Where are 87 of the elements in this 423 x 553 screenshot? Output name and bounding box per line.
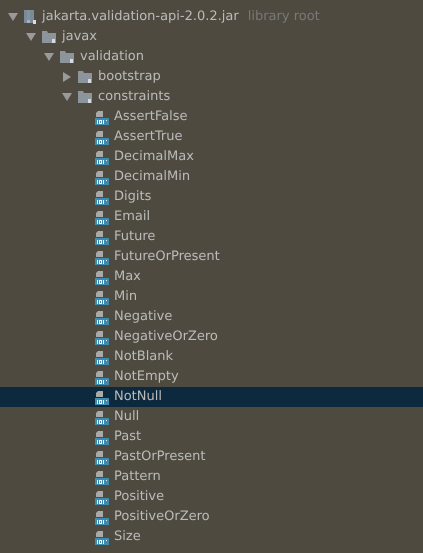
collapse-arrow-icon[interactable] — [26, 32, 36, 42]
class-file-icon — [95, 310, 109, 324]
node-label: NotNull — [114, 388, 162, 406]
class-file-icon — [95, 270, 109, 284]
folder-icon — [41, 30, 57, 44]
node-label: Positive — [114, 488, 164, 506]
tree-row[interactable]: Email — [0, 207, 423, 227]
expand-arrow-icon[interactable] — [62, 72, 72, 82]
tree-row[interactable]: Negative — [0, 307, 423, 327]
class-file-icon — [95, 390, 109, 404]
node-label: PastOrPresent — [114, 448, 206, 466]
tree-row[interactable]: bootstrap — [0, 67, 423, 87]
class-file-icon — [95, 230, 109, 244]
archive-icon — [23, 9, 37, 25]
tree-row[interactable]: NotBlank — [0, 347, 423, 367]
tree-row[interactable]: PastOrPresent — [0, 447, 423, 467]
tree-row[interactable]: Max — [0, 267, 423, 287]
node-label: Negative — [114, 308, 172, 326]
node-label: Past — [114, 428, 142, 446]
class-file-icon — [95, 210, 109, 224]
class-file-icon — [95, 290, 109, 304]
tree-row[interactable]: javax — [0, 27, 423, 47]
node-label: PositiveOrZero — [114, 508, 210, 526]
node-label: AssertFalse — [114, 108, 188, 126]
tree-row[interactable]: NotEmpty — [0, 367, 423, 387]
class-file-icon — [95, 150, 109, 164]
class-file-icon — [95, 130, 109, 144]
class-file-icon — [95, 110, 109, 124]
tree-row[interactable]: FutureOrPresent — [0, 247, 423, 267]
class-file-icon — [95, 250, 109, 264]
node-label: javax — [62, 28, 97, 46]
node-label: NotEmpty — [114, 368, 179, 386]
class-file-icon — [95, 370, 109, 384]
class-file-icon — [95, 410, 109, 424]
class-file-icon — [95, 470, 109, 484]
node-label: validation — [80, 48, 144, 66]
class-file-icon — [95, 190, 109, 204]
node-label: NegativeOrZero — [114, 328, 218, 346]
node-label: AssertTrue — [114, 128, 182, 146]
node-label: Pattern — [114, 468, 161, 486]
tree-row[interactable]: constraints — [0, 87, 423, 107]
node-label: NotBlank — [114, 348, 174, 366]
class-file-icon — [95, 350, 109, 364]
node-label: jakarta.validation-api-2.0.2.jar — [42, 8, 239, 26]
node-label: DecimalMin — [114, 168, 190, 186]
folder-icon — [77, 90, 93, 104]
tree-row[interactable]: Size — [0, 527, 423, 547]
class-file-icon — [95, 510, 109, 524]
class-file-icon — [95, 170, 109, 184]
tree-row[interactable]: AssertFalse — [0, 107, 423, 127]
node-label: Min — [114, 288, 138, 306]
tree-row[interactable]: NotNull — [0, 387, 423, 407]
node-label: constraints — [98, 88, 170, 106]
collapse-arrow-icon[interactable] — [62, 92, 72, 102]
node-label: Email — [114, 208, 150, 226]
class-file-icon — [95, 530, 109, 544]
class-file-icon — [95, 430, 109, 444]
tree-row[interactable]: validation — [0, 47, 423, 67]
tree-row[interactable]: jakarta.validation-api-2.0.2.jar library root — [0, 7, 423, 27]
tree-row[interactable]: Pattern — [0, 467, 423, 487]
tree-row[interactable]: Future — [0, 227, 423, 247]
tree-row[interactable]: Digits — [0, 187, 423, 207]
tree-row[interactable]: Past — [0, 427, 423, 447]
tree-row[interactable]: NegativeOrZero — [0, 327, 423, 347]
library-root-note: library root — [248, 8, 320, 26]
node-label: DecimalMax — [114, 148, 194, 166]
tree-row[interactable]: Null — [0, 407, 423, 427]
collapse-arrow-icon[interactable] — [8, 12, 18, 22]
class-file-icon — [95, 490, 109, 504]
folder-icon — [59, 50, 75, 64]
tree-row[interactable]: DecimalMax — [0, 147, 423, 167]
tree-row[interactable]: AssertTrue — [0, 127, 423, 147]
tree-row[interactable]: DecimalMin — [0, 167, 423, 187]
tree-row[interactable]: Positive — [0, 487, 423, 507]
class-file-icon — [95, 330, 109, 344]
tree-row[interactable]: PositiveOrZero — [0, 507, 423, 527]
node-label: Max — [114, 268, 141, 286]
node-label: Size — [114, 528, 141, 546]
node-label: FutureOrPresent — [114, 248, 220, 266]
collapse-arrow-icon[interactable] — [44, 52, 54, 62]
tree-row[interactable]: Min — [0, 287, 423, 307]
folder-icon — [77, 70, 93, 84]
node-label: Future — [114, 228, 156, 246]
node-label: bootstrap — [98, 68, 161, 86]
class-file-icon — [95, 450, 109, 464]
node-label: Digits — [114, 188, 152, 206]
node-label: Null — [114, 408, 140, 426]
